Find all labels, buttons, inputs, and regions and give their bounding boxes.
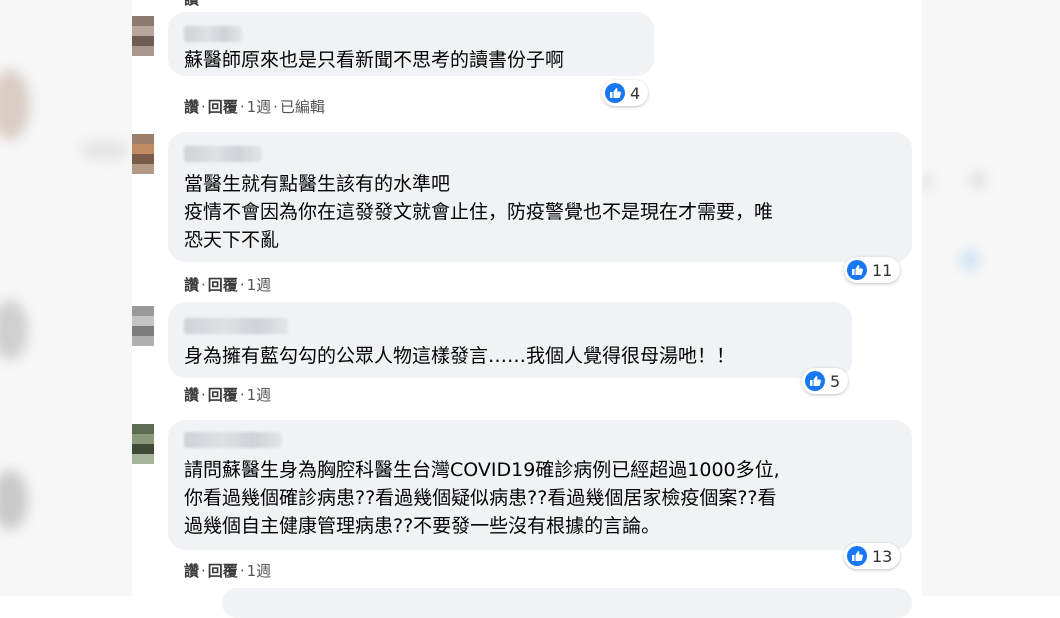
timestamp[interactable]: 1週	[247, 276, 272, 294]
comment-text: 身為擁有藍勾勾的公眾人物這樣發言……我個人覺得很母湯吔！！	[184, 345, 736, 367]
blurred-dot	[920, 175, 934, 189]
comment-bubble: 身為擁有藍勾勾的公眾人物這樣發言……我個人覺得很母湯吔！！	[168, 302, 852, 378]
blurred-author-name[interactable]	[184, 432, 282, 448]
blurred-author-name[interactable]	[184, 26, 242, 42]
reaction-count[interactable]: 4	[602, 80, 649, 106]
blurred-author-name[interactable]	[184, 146, 262, 162]
comment-bubble: 蘇醫師原來也是只看新聞不思考的讀書份子啊	[168, 12, 654, 76]
reaction-count[interactable]: 5	[802, 368, 849, 394]
comment-text: 請問蘇醫生身為胸腔科醫生台灣COVID19確診病例已經超過1000多位, 你看過…	[184, 459, 780, 537]
comment-actions: 讚 · 回覆 · 1週	[184, 276, 272, 294]
left-blurred-margin	[0, 0, 132, 596]
timestamp[interactable]: 1週	[247, 386, 272, 404]
thumbs-up-icon	[847, 260, 867, 280]
like-count: 13	[872, 546, 893, 566]
blurred-avatar	[0, 470, 28, 530]
reply-action[interactable]: 回覆	[208, 98, 238, 116]
thumbs-up-icon	[847, 546, 867, 566]
blurred-dot	[970, 172, 986, 188]
reply-action[interactable]: 回覆	[208, 562, 238, 580]
avatar[interactable]	[132, 424, 154, 464]
reply-action[interactable]: 回覆	[208, 276, 238, 294]
reaction-count[interactable]: 11	[844, 257, 901, 283]
like-count: 4	[630, 83, 641, 103]
comment-bubble: 當醫生就有點醫生該有的水準吧 疫情不會因為你在這發發文就會止住，防疫警覺也不是現…	[168, 132, 912, 262]
right-blurred-margin	[910, 0, 1060, 596]
comment-actions: 讚 · 回覆 · 1週	[184, 386, 272, 404]
like-count: 11	[872, 260, 893, 280]
blurred-avatar	[0, 300, 28, 360]
blurred-dot	[960, 250, 980, 270]
timestamp[interactable]: 1週	[247, 98, 272, 116]
comment-actions-partial: 讚	[184, 0, 199, 9]
blurred-avatar	[0, 70, 30, 140]
comment-bubble-partial	[222, 588, 912, 618]
avatar[interactable]	[132, 16, 154, 56]
avatar[interactable]	[132, 306, 154, 346]
like-action[interactable]: 讚	[184, 276, 199, 294]
thumbs-up-icon	[605, 83, 625, 103]
thumbs-up-icon	[805, 371, 825, 391]
blurred-author-name[interactable]	[184, 318, 288, 334]
reaction-count[interactable]: 13	[844, 543, 901, 569]
like-count: 5	[830, 371, 841, 391]
like-action[interactable]: 讚	[184, 0, 199, 8]
like-action[interactable]: 讚	[184, 562, 199, 580]
edited-label[interactable]: 已編輯	[280, 98, 325, 116]
blurred-text	[80, 140, 130, 160]
timestamp[interactable]: 1週	[247, 562, 272, 580]
like-action[interactable]: 讚	[184, 386, 199, 404]
comment-thread: 讚 蘇醫師原來也是只看新聞不思考的讀書份子啊 4 讚·回覆·1週·已編輯 當醫生…	[132, 0, 922, 618]
avatar[interactable]	[132, 134, 154, 174]
comment-text: 蘇醫師原來也是只看新聞不思考的讀書份子啊	[184, 49, 565, 71]
reply-action[interactable]: 回覆	[208, 386, 238, 404]
comment-text: 當醫生就有點醫生該有的水準吧 疫情不會因為你在這發發文就會止住，防疫警覺也不是現…	[184, 173, 774, 251]
comment-bubble: 請問蘇醫生身為胸腔科醫生台灣COVID19確診病例已經超過1000多位, 你看過…	[168, 420, 912, 550]
comment-actions: 讚 · 回覆 · 1週	[184, 562, 272, 580]
comment-actions: 讚 · 回覆 · 1週 · 已編輯	[184, 98, 325, 116]
like-action[interactable]: 讚	[184, 98, 199, 116]
